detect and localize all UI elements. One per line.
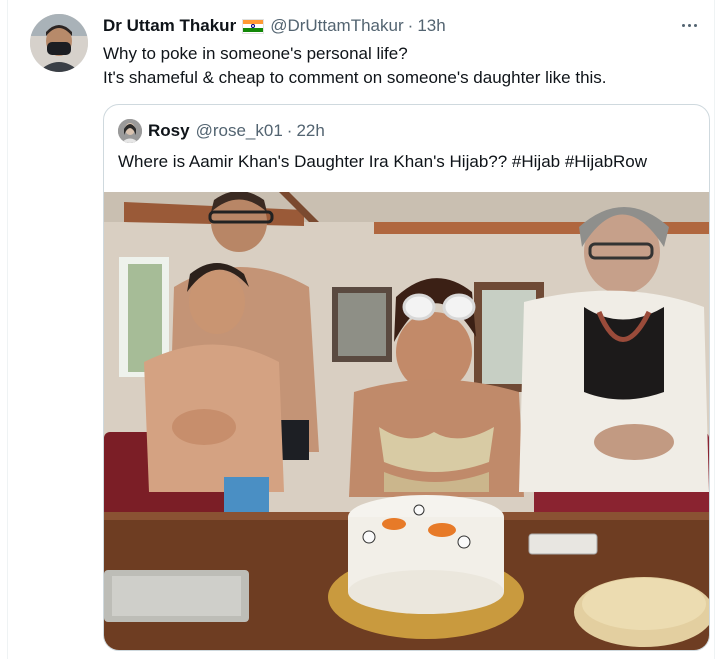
quoted-tweet-header: Rosy @rose_k01 · 22h xyxy=(118,119,325,143)
separator: · xyxy=(407,16,414,35)
right-border xyxy=(714,0,720,659)
author-handle[interactable]: @DrUttamThakur xyxy=(270,16,403,36)
separator: · xyxy=(286,121,293,140)
quoted-tweet-text: Where is Aamir Khan's Daughter Ira Khan'… xyxy=(118,152,648,171)
tweet-text-line-1: Why to poke in someone's personal life? xyxy=(103,44,408,63)
quoted-author-avatar[interactable] xyxy=(118,119,142,143)
quoted-tweet-time[interactable]: 22h xyxy=(296,121,324,141)
left-border xyxy=(0,0,8,659)
quoted-tweet-photo[interactable] xyxy=(104,192,709,650)
tweet-text: Why to poke in someone's personal life? … xyxy=(103,42,703,90)
tweet-header: Dr Uttam Thakur @DrUttamThakur · 13h xyxy=(103,14,446,38)
author-name[interactable]: Dr Uttam Thakur xyxy=(103,16,236,36)
author-avatar[interactable] xyxy=(30,14,88,72)
tweet-time[interactable]: 13h xyxy=(417,16,445,36)
more-horizontal-icon[interactable] xyxy=(676,14,702,36)
quoted-author-name[interactable]: Rosy xyxy=(148,121,190,141)
india-flag-icon xyxy=(242,18,265,34)
quoted-author-handle[interactable]: @rose_k01 xyxy=(196,121,283,141)
tweet-text-line-2: It's shameful & cheap to comment on some… xyxy=(103,68,607,87)
quoted-tweet-card[interactable]: Rosy @rose_k01 · 22h Where is Aamir Khan… xyxy=(103,104,710,651)
